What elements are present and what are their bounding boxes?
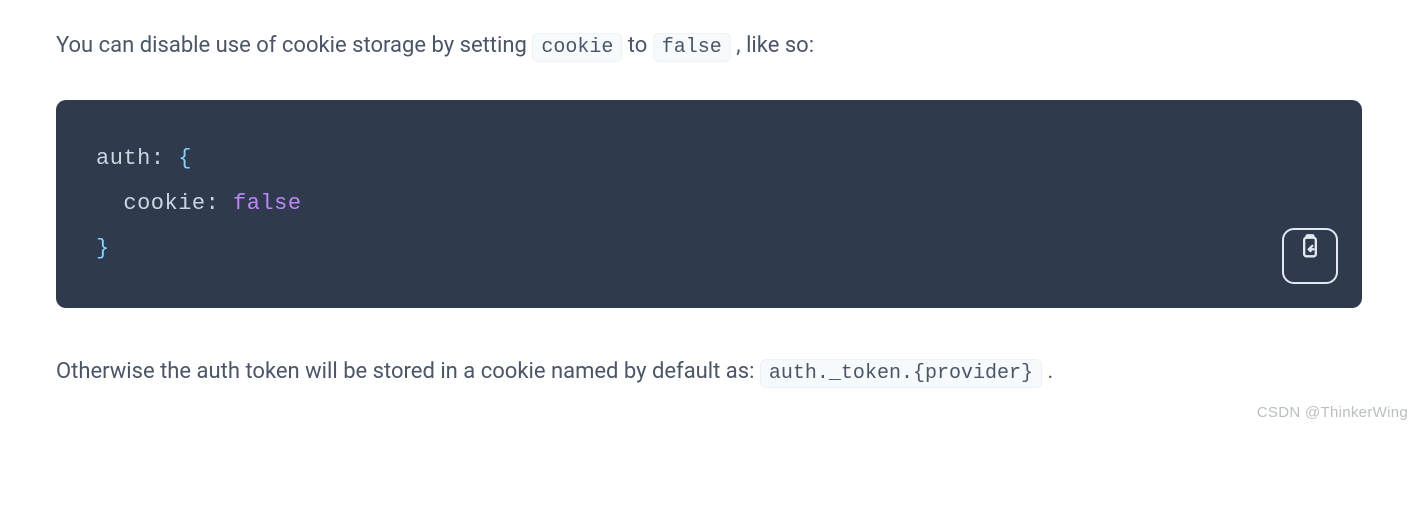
code-token-colon-2: :	[206, 191, 220, 216]
inline-code-token-name: auth._token.{provider}	[760, 359, 1042, 388]
inline-code-false: false	[653, 33, 731, 62]
outro-paragraph: Otherwise the auth token will be stored …	[56, 354, 1362, 390]
code-line-2: cookie: false	[96, 181, 1322, 226]
code-indent	[96, 191, 123, 216]
inline-code-cookie: cookie	[532, 33, 622, 62]
copy-button[interactable]	[1282, 228, 1338, 284]
code-token-close-brace: }	[96, 236, 110, 261]
code-line-3: }	[96, 226, 1322, 271]
outro-text-before: Otherwise the auth token will be stored …	[56, 359, 760, 384]
code-line-1: auth: {	[96, 136, 1322, 181]
code-block: auth: { cookie: false }	[56, 100, 1362, 307]
intro-paragraph: You can disable use of cookie storage by…	[56, 28, 1362, 64]
code-token-open-brace: {	[165, 146, 192, 171]
outro-text-after: .	[1047, 359, 1053, 384]
code-token-colon: :	[151, 146, 165, 171]
intro-text-mid: to	[628, 33, 653, 58]
clipboard-icon	[1296, 233, 1324, 278]
intro-text-after: , like so:	[736, 33, 814, 58]
intro-text-before: You can disable use of cookie storage by…	[56, 33, 532, 58]
code-token-auth: auth	[96, 146, 151, 171]
watermark: CSDN @ThinkerWing	[1257, 401, 1408, 426]
code-token-false: false	[219, 191, 301, 216]
code-token-cookie: cookie	[123, 191, 205, 216]
